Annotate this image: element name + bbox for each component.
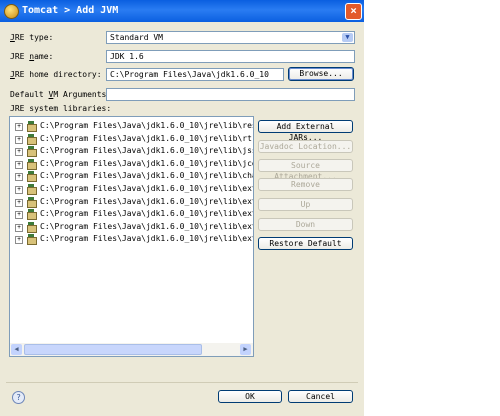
library-path: C:\Program Files\Java\jdk1.6.0_10\jre\li… [40, 146, 254, 156]
library-path: C:\Program Files\Java\jdk1.6.0_10\jre\li… [40, 171, 254, 181]
cancel-button[interactable]: Cancel [288, 390, 353, 403]
remove-button[interactable]: Remove [258, 178, 353, 191]
help-icon[interactable]: ? [12, 391, 25, 404]
window-title: Tomcat > Add JVM [22, 5, 119, 16]
chevron-down-icon[interactable]: ▼ [342, 33, 353, 42]
jar-icon [26, 146, 37, 158]
expand-icon[interactable]: + [15, 135, 23, 144]
jre-home-label: JRE home directory: [10, 70, 102, 79]
expand-icon[interactable]: + [15, 223, 23, 232]
library-path: C:\Program Files\Java\jdk1.6.0_10\jre\li… [40, 121, 254, 130]
jre-name-input[interactable]: JDK 1.6 [106, 50, 355, 63]
jar-icon [26, 121, 37, 132]
vm-args-input[interactable] [106, 88, 355, 101]
expand-icon[interactable]: + [15, 186, 23, 194]
jar-icon [26, 209, 37, 221]
expand-icon[interactable]: + [15, 123, 23, 131]
jar-icon [26, 171, 37, 183]
jar-icon [26, 133, 37, 145]
expand-icon[interactable]: + [15, 173, 23, 182]
library-path: C:\Program Files\Java\jdk1.6.0_10\jre\li… [40, 184, 254, 193]
add-jvm-dialog: Tomcat > Add JVM × JRE type: Standard VM… [0, 0, 364, 416]
up-button[interactable]: Up [258, 198, 353, 211]
jre-home-input[interactable]: C:\Program Files\Java\jdk1.6.0_10 [106, 68, 284, 81]
jar-icon [26, 196, 37, 208]
jar-icon [26, 234, 37, 246]
javadoc-location-button[interactable]: Javadoc Location... [258, 140, 353, 153]
jre-type-label: JRE type: [10, 33, 54, 42]
jre-type-combo[interactable]: Standard VM ▼ [106, 31, 355, 44]
vm-args-label: Default VM Arguments: [10, 90, 112, 99]
jar-icon [26, 158, 37, 170]
libraries-label: JRE system libraries: [10, 104, 112, 113]
jar-icon [26, 221, 37, 233]
library-path: C:\Program Files\Java\jdk1.6.0_10\jre\li… [40, 158, 254, 168]
library-path: C:\Program Files\Java\jdk1.6.0_10\jre\li… [40, 209, 254, 219]
down-button[interactable]: Down [258, 218, 353, 231]
jre-type-value: Standard VM [110, 33, 163, 42]
jre-name-label: JRE name: [10, 52, 54, 61]
library-path: C:\Program Files\Java\jdk1.6.0_10\jre\li… [40, 133, 254, 143]
expand-icon[interactable]: + [15, 160, 23, 169]
expand-icon[interactable]: + [15, 236, 23, 245]
restore-default-button[interactable]: Restore Default [258, 237, 353, 250]
tomcat-icon [4, 4, 19, 19]
expand-icon[interactable]: + [15, 211, 23, 220]
library-path: C:\Program Files\Java\jdk1.6.0_10\jre\li… [40, 196, 254, 206]
expand-icon[interactable]: + [15, 148, 23, 157]
add-external-jars-button[interactable]: Add External JARs... [258, 120, 353, 142]
source-attachment-button[interactable]: Source Attachment... [258, 159, 353, 181]
browse-button[interactable]: Browse... [288, 67, 354, 81]
horizontal-scrollbar[interactable]: ◀ ▶ [10, 343, 253, 356]
libraries-tree[interactable]: + C:\Program Files\Java\jdk1.6.0_10\jre\l… [9, 116, 254, 357]
jar-icon [26, 184, 37, 195]
ok-button[interactable]: OK [218, 390, 282, 403]
library-path: C:\Program Files\Java\jdk1.6.0_10\jre\li… [40, 221, 254, 231]
library-path: C:\Program Files\Java\jdk1.6.0_10\jre\li… [40, 234, 254, 244]
expand-icon[interactable]: + [15, 198, 23, 207]
footer-separator [6, 382, 358, 383]
scroll-left-icon[interactable]: ◀ [11, 344, 22, 355]
scroll-right-icon[interactable]: ▶ [240, 344, 251, 355]
scroll-thumb[interactable] [24, 344, 202, 355]
close-button[interactable]: × [345, 3, 362, 20]
title-bar[interactable]: Tomcat > Add JVM × [0, 0, 364, 22]
